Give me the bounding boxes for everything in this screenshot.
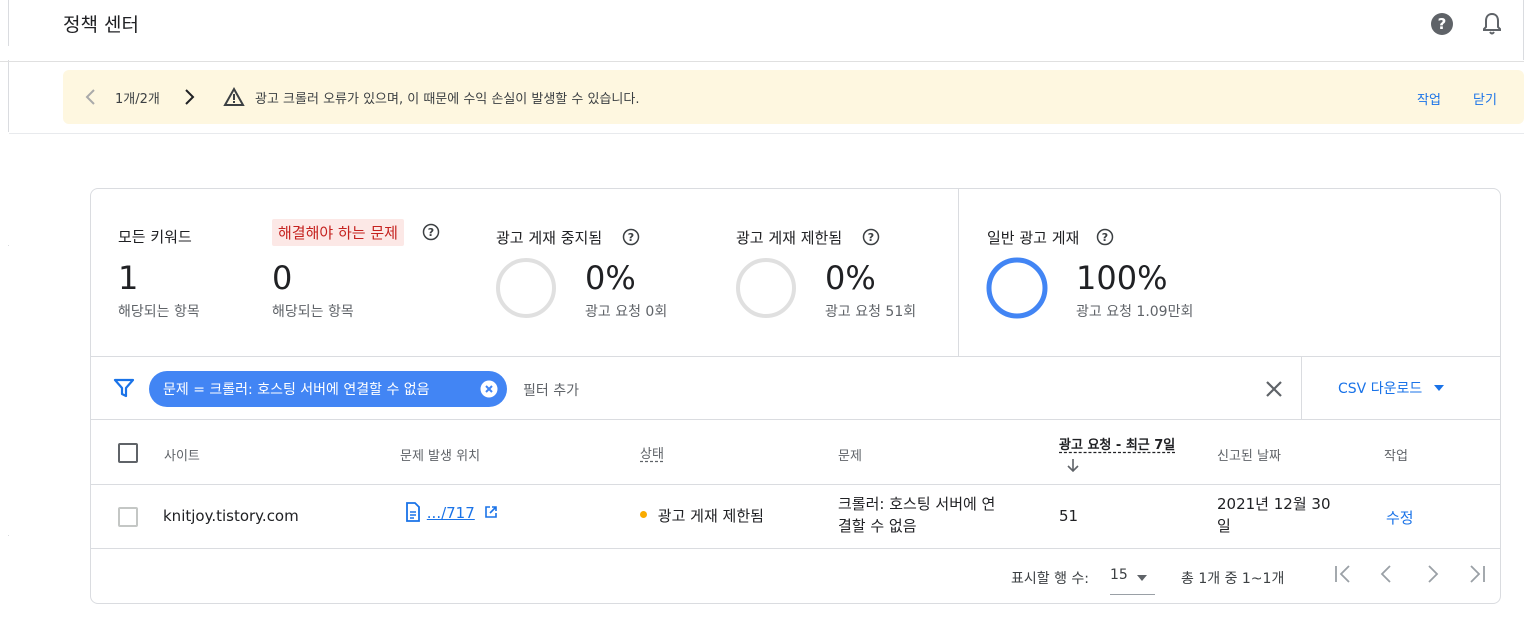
add-filter-button[interactable]: 필터 추가	[523, 380, 579, 400]
suspended-ring-chart	[496, 258, 556, 318]
header-site: 사이트	[164, 449, 200, 464]
warning-icon	[223, 86, 245, 108]
row-requests: 51	[1059, 507, 1079, 525]
filter-chip-label: 문제 = 크롤러: 호스팅 서버에 연결할 수 없음	[163, 382, 430, 398]
svg-text:?: ?	[628, 231, 634, 244]
svg-text:?: ?	[428, 226, 434, 239]
header-issue: 문제	[838, 449, 862, 464]
top-app-bar: 정책 센터 ?	[0, 0, 1524, 62]
banner-counter: 1개/2개	[115, 92, 160, 107]
help-circle-icon[interactable]: ?	[622, 228, 640, 246]
row-issue-line2: 결할 수 없음	[838, 517, 917, 535]
row-checkbox[interactable]	[118, 507, 138, 527]
row-issue-line1: 크롤러: 호스팅 서버에 연	[838, 495, 996, 513]
active-filter-chip[interactable]: 문제 = 크롤러: 호스팅 서버에 연결할 수 없음	[149, 371, 507, 407]
help-circle-icon[interactable]: ?	[422, 223, 440, 241]
document-icon	[406, 502, 420, 522]
rows-per-page-select[interactable]: 15	[1110, 561, 1155, 595]
stat-issues-value: 0	[272, 259, 293, 297]
header-requests[interactable]: 광고 요청 - 최근 7일	[1059, 434, 1175, 453]
pagination-range: 총 1개 중 1~1개	[1181, 571, 1285, 587]
warning-banner: 1개/2개 광고 크롤러 오류가 있으며, 이 때문에 수익 손실이 발생할 수…	[63, 70, 1524, 124]
stat-all-label[interactable]: 모든 키워드	[118, 226, 192, 247]
csv-download-button[interactable]: CSV 다운로드	[1338, 378, 1445, 398]
row-status: 광고 게재 제한됨	[640, 505, 764, 526]
stats-divider	[958, 189, 959, 356]
normal-ring-chart	[986, 257, 1048, 319]
rows-per-page-value: 15	[1110, 567, 1128, 583]
notifications-bell-icon[interactable]	[1480, 12, 1504, 36]
row-reported: 2021년 12월 30 일	[1217, 493, 1330, 537]
row-reported-line2: 일	[1217, 517, 1231, 535]
csv-divider	[1301, 357, 1302, 420]
header-action: 작업	[1384, 449, 1408, 464]
row-location-link[interactable]: .../717	[427, 504, 475, 522]
limited-ring-chart	[736, 258, 796, 318]
stat-suspended-percent: 0%	[585, 259, 636, 297]
last-page-icon[interactable]	[1465, 562, 1489, 586]
stat-normal-sub: 광고 요청 1.09만회	[1076, 304, 1194, 320]
dropdown-arrow-icon	[1137, 575, 1147, 581]
stat-all-sub: 해당되는 항목	[118, 304, 200, 320]
app-title: 정책 센터	[63, 14, 139, 36]
banner-message: 광고 크롤러 오류가 있으며, 이 때문에 수익 손실이 발생할 수 있습니다.	[255, 92, 640, 107]
svg-text:?: ?	[868, 231, 874, 244]
clear-filters-icon[interactable]	[1263, 378, 1285, 400]
svg-text:?: ?	[1102, 231, 1108, 244]
header-reported: 신고된 날짜	[1217, 449, 1281, 464]
stat-normal-percent: 100%	[1076, 259, 1168, 297]
remove-filter-icon[interactable]	[480, 380, 498, 398]
stat-limited-sub: 광고 요청 51회	[825, 304, 917, 320]
stat-limited-percent: 0%	[825, 259, 876, 297]
csv-download-label: CSV 다운로드	[1338, 381, 1423, 397]
row-divider	[91, 548, 1500, 549]
filter-funnel-icon[interactable]	[113, 377, 135, 399]
header-status[interactable]: 상태	[640, 443, 664, 462]
row-divider	[91, 484, 1500, 485]
select-all-checkbox[interactable]	[118, 443, 138, 463]
row-status-label: 광고 게재 제한됨	[657, 507, 764, 525]
header-location: 문제 발생 위치	[400, 449, 481, 464]
rows-per-page-label: 표시할 행 수:	[1011, 571, 1090, 587]
banner-close-button[interactable]: 닫기	[1473, 89, 1497, 108]
svg-text:?: ?	[1438, 15, 1447, 33]
row-issue: 크롤러: 호스팅 서버에 연 결할 수 없음	[838, 493, 995, 537]
status-dot-icon	[640, 511, 647, 518]
sort-descending-arrow-icon[interactable]	[1066, 457, 1080, 473]
row-site: knitjoy.tistory.com	[163, 507, 299, 525]
row-edit-button[interactable]: 수정	[1386, 507, 1414, 528]
previous-page-icon[interactable]	[1375, 562, 1399, 586]
left-rail	[0, 0, 9, 633]
open-in-new-icon[interactable]	[484, 505, 498, 519]
help-icon[interactable]: ?	[1430, 12, 1454, 36]
stat-issues-label[interactable]: 해결해야 하는 문제	[272, 219, 404, 246]
content-divider	[9, 133, 1524, 134]
stat-limited-label[interactable]: 광고 게재 제한됨	[736, 227, 842, 248]
banner-action-button[interactable]: 작업	[1417, 89, 1441, 108]
next-page-icon[interactable]	[1420, 562, 1444, 586]
stat-suspended-label[interactable]: 광고 게재 중지됨	[496, 227, 602, 248]
dropdown-arrow-icon	[1433, 385, 1444, 391]
stat-suspended-sub: 광고 요청 0회	[585, 304, 668, 320]
row-reported-line1: 2021년 12월 30	[1217, 495, 1331, 513]
row-location[interactable]: .../717	[404, 502, 498, 522]
first-page-icon[interactable]	[1331, 562, 1355, 586]
stat-issues-sub: 해당되는 항목	[272, 304, 354, 320]
policy-issues-card: 모든 키워드 1 해당되는 항목 해결해야 하는 문제 ? 0 해당되는 항목 …	[90, 188, 1501, 604]
help-circle-icon[interactable]: ?	[862, 228, 880, 246]
filter-bar: 문제 = 크롤러: 호스팅 서버에 연결할 수 없음 필터 추가 CSV 다운로…	[91, 356, 1500, 420]
stat-all-value: 1	[118, 259, 139, 297]
stat-normal-label[interactable]: 일반 광고 게재	[987, 227, 1079, 248]
help-circle-icon[interactable]: ?	[1096, 228, 1114, 246]
banner-next-button[interactable]	[181, 86, 197, 108]
banner-prev-button[interactable]	[83, 86, 99, 108]
